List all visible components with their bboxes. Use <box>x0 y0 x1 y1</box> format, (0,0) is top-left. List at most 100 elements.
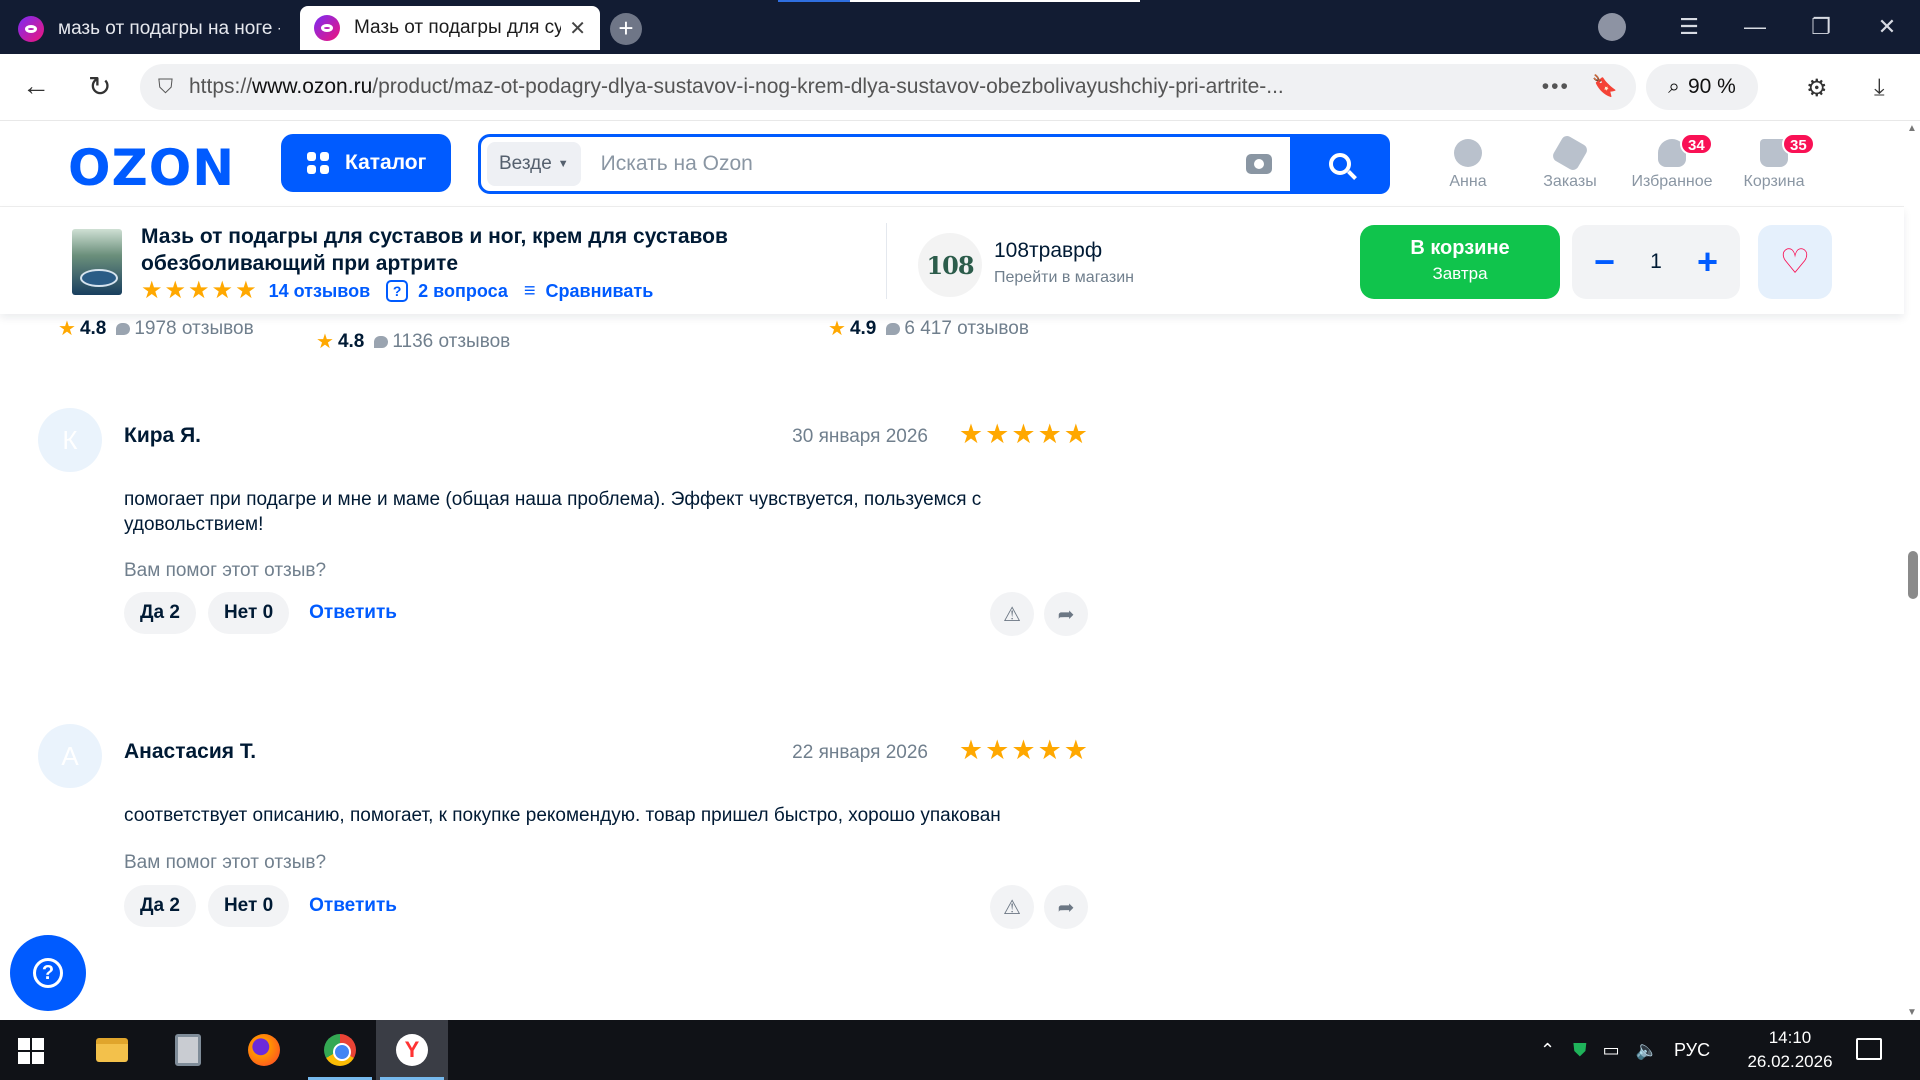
shop-name[interactable]: 108траврф <box>994 239 1102 263</box>
product-rating: ★ ★ ★ ★ ★ <box>141 279 259 303</box>
questions-link[interactable]: 2 вопроса <box>418 281 508 302</box>
header-profile[interactable]: Анна <box>1418 139 1518 191</box>
network-icon[interactable]: ▭ <box>1603 1040 1620 1061</box>
close-window-icon[interactable]: ✕ <box>1854 14 1920 40</box>
volume-icon[interactable]: 🔈 <box>1636 1040 1658 1061</box>
star-icon: ★ <box>1037 735 1062 765</box>
bookmark-icon[interactable]: 🔖 <box>1592 75 1618 99</box>
chrome-icon <box>324 1034 356 1066</box>
star-icon: ★ <box>316 331 334 353</box>
tab-product-page[interactable]: Мазь от подагры для суставов ✕ <box>300 6 600 50</box>
header-cart-label: Корзина <box>1743 173 1805 190</box>
chevron-up-icon[interactable]: ⌃ <box>1540 1040 1555 1061</box>
header-favorites[interactable]: 34 Избранное <box>1622 133 1722 191</box>
system-tray: ⌃ ⛊ ▭ 🔈 РУС <box>1540 1020 1710 1080</box>
tab-title: мазь от подагры на ноге - <box>58 18 280 39</box>
header-profile-label: Анна <box>1449 173 1487 190</box>
avatar: К <box>38 408 102 472</box>
zoom-level[interactable]: ⌕ 90 % <box>1646 64 1758 110</box>
notifications-icon[interactable] <box>1856 1038 1882 1060</box>
profile-avatar-icon[interactable] <box>1598 13 1626 41</box>
review-card: А Анастасия Т. 22 января 2026 ★ ★ ★ ★ ★ соот… <box>38 724 1088 954</box>
report-warning-icon[interactable]: ⚠ <box>990 885 1034 929</box>
search-button[interactable] <box>1290 134 1390 194</box>
report-warning-icon[interactable]: ⚠ <box>990 592 1034 636</box>
windows-start-icon[interactable] <box>18 1038 44 1064</box>
reload-icon[interactable]: ↻ <box>88 70 111 103</box>
page-scrollbar[interactable]: ▲ ▼ <box>1904 121 1920 1020</box>
security-shield-icon[interactable]: ⛊ <box>1573 1040 1587 1061</box>
star-icon: ★ <box>828 318 846 340</box>
header-orders[interactable]: Заказы <box>1520 133 1620 191</box>
url-text: https://www.ozon.ru/product/maz-ot-podag… <box>189 75 1284 98</box>
product-thumbnail[interactable] <box>72 229 122 295</box>
quantity-value: 1 <box>1650 250 1662 273</box>
share-icon[interactable]: ➦ <box>1044 592 1088 636</box>
page-load-indicator <box>778 0 1140 2</box>
reply-link[interactable]: Ответить <box>309 602 397 624</box>
browser-menu-icon[interactable]: ☰ <box>1656 14 1722 40</box>
catalog-button[interactable]: Каталог <box>281 134 451 192</box>
review-date: 30 января 2026 <box>792 426 928 447</box>
site-info-icon[interactable]: ⛉ <box>158 76 173 99</box>
ozon-header: OZON Каталог Везде ▼ Анна Заказы 34 Избр… <box>0 121 1904 207</box>
new-tab-button[interactable]: + <box>610 13 642 45</box>
search-scope-label: Везде <box>499 153 552 174</box>
rec-review-count: 6 417 отзывов <box>904 317 1029 339</box>
helpful-yes-button[interactable]: Да 2 <box>124 592 196 634</box>
helpful-no-button[interactable]: Нет 0 <box>207 592 290 634</box>
star-icon: ★ <box>58 318 76 340</box>
search-zoom-icon: ⌕ <box>1668 75 1680 98</box>
increase-button[interactable]: + <box>1697 244 1718 280</box>
camera-icon[interactable] <box>1246 154 1272 174</box>
header-cart[interactable]: 35 Корзина <box>1724 133 1824 191</box>
shop-logo[interactable]: 108 <box>918 233 982 297</box>
search-input[interactable] <box>580 152 1246 176</box>
scroll-up-icon[interactable]: ▲ <box>1907 123 1917 134</box>
taskbar-firefox[interactable] <box>228 1020 300 1080</box>
help-button[interactable]: ? <box>10 935 86 1011</box>
tab-close-icon[interactable]: ✕ <box>569 16 586 41</box>
compare-link[interactable]: Сравнивать <box>546 281 654 302</box>
reviews-link[interactable]: 14 отзывов <box>269 281 371 302</box>
star-icon: ★ <box>1037 419 1062 449</box>
browser-tab-bar: мазь от подагры на ноге - Мазь от подагр… <box>0 0 1920 54</box>
scrollbar-thumb[interactable] <box>1908 551 1918 599</box>
more-dots-icon[interactable]: ••• <box>1542 75 1570 99</box>
url-field[interactable]: ⛉ https://www.ozon.ru/product/maz-ot-pod… <box>140 64 1636 110</box>
product-title[interactable]: Мазь от подагры для суставов и ног, крем… <box>141 223 881 277</box>
in-cart-button[interactable]: В корзине Завтра <box>1360 225 1560 299</box>
tab-search-results[interactable]: мазь от подагры на ноге - <box>4 8 294 50</box>
scroll-down-icon[interactable]: ▼ <box>1907 1007 1917 1018</box>
review-text: соответствует описанию, помогает, к поку… <box>124 805 1001 826</box>
decrease-button[interactable]: − <box>1594 244 1615 280</box>
ozon-favicon-icon <box>314 15 340 41</box>
avatar: А <box>38 724 102 788</box>
ozon-logo[interactable]: OZON <box>68 139 235 197</box>
taskbar-explorer[interactable] <box>76 1020 148 1080</box>
share-icon[interactable]: ➦ <box>1044 885 1088 929</box>
cart-button-label: В корзине <box>1410 237 1510 259</box>
star-icon: ★ <box>985 419 1010 449</box>
taskbar-clock[interactable]: 14:10 26.02.2026 <box>1740 1026 1840 1074</box>
favorite-button[interactable]: ♡ <box>1758 225 1832 299</box>
star-icon: ★ <box>985 735 1010 765</box>
restore-icon[interactable]: ❐ <box>1788 14 1854 40</box>
reply-link[interactable]: Ответить <box>309 895 397 917</box>
back-arrow-icon[interactable]: ← <box>22 70 50 102</box>
language-indicator[interactable]: РУС <box>1674 1040 1710 1061</box>
taskbar-yandex-browser[interactable]: Y <box>376 1020 448 1080</box>
shop-link[interactable]: Перейти в магазин <box>994 269 1134 287</box>
extensions-icon[interactable]: ⚙ <box>1806 74 1828 103</box>
taskbar-calculator[interactable] <box>152 1020 224 1080</box>
minimize-icon[interactable]: — <box>1722 14 1788 40</box>
review-icon-buttons: ⚠ ➦ <box>980 885 1088 929</box>
download-icon[interactable]: ⤓ <box>1874 74 1885 102</box>
helpful-no-button[interactable]: Нет 0 <box>207 885 290 927</box>
zoom-value: 90 % <box>1687 75 1736 98</box>
helpful-yes-button[interactable]: Да 2 <box>124 885 196 927</box>
windows-taskbar: Y ⌃ ⛊ ▭ 🔈 РУС 14:10 26.02.2026 <box>0 1020 1920 1080</box>
search-scope-select[interactable]: Везде ▼ <box>487 142 581 186</box>
taskbar-chrome[interactable] <box>304 1020 376 1080</box>
divider <box>886 223 887 299</box>
